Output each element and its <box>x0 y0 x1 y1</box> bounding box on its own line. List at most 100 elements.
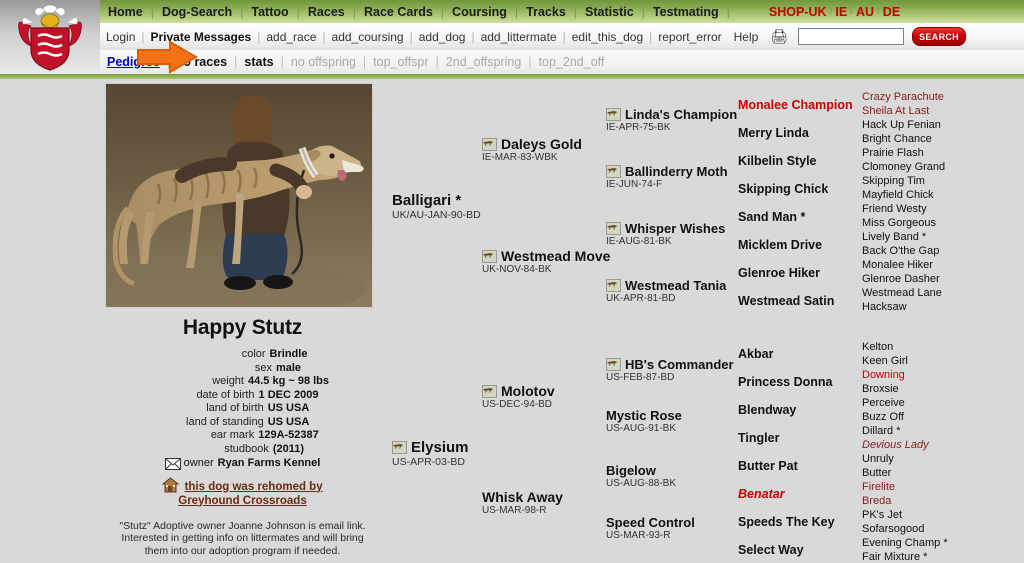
shop-link-de[interactable]: DE <box>880 5 903 19</box>
pedigree-node-gen3-3[interactable]: Whisper Wishes IE-AUG-81-BK <box>606 221 725 247</box>
pedigree-node-gen5-18[interactable]: Keen Girl <box>862 355 908 367</box>
nav-item-coursing[interactable]: Coursing <box>444 5 515 19</box>
pedigree-node-gen4-6[interactable]: Micklem Drive <box>738 238 822 252</box>
pedigree-name[interactable]: Bright Chance <box>862 133 932 145</box>
shop-link-au[interactable]: AU <box>853 5 877 19</box>
pedigree-name[interactable]: Hack Up Fenian <box>862 119 941 131</box>
pedigree-name[interactable]: Blendway <box>738 403 796 417</box>
nav-item-edit-this-dog[interactable]: edit_this_dog <box>566 30 649 44</box>
pedigree-name[interactable]: Kilbelin Style <box>738 154 817 168</box>
pedigree-name[interactable]: Monalee Hiker <box>862 259 933 271</box>
pedigree-name[interactable]: Crazy Parachute <box>862 91 944 103</box>
pedigree-node-gen2-3[interactable]: Molotov US-DEC-94-BD <box>482 383 555 410</box>
pedigree-name[interactable]: HB's Commander <box>606 357 734 372</box>
pedigree-name[interactable]: Sheila At Last <box>862 105 929 117</box>
pedigree-node-gen5-1[interactable]: Crazy Parachute <box>862 91 944 103</box>
nav-item-dog-search[interactable]: Dog-Search <box>154 5 240 19</box>
pedigree-name[interactable]: Fair Mixture * <box>862 551 927 563</box>
pedigree-node-gen3-8[interactable]: Speed Control US-MAR-93-R <box>606 515 695 541</box>
nav-item-races[interactable]: Races <box>300 5 353 19</box>
pedigree-node-gen4-8[interactable]: Westmead Satin <box>738 294 834 308</box>
pedigree-node-gen2-4[interactable]: Whisk Away US-MAR-98-R <box>482 489 563 516</box>
pedigree-node-gen4-16[interactable]: Select Way <box>738 543 804 557</box>
greyhound-icon[interactable] <box>606 222 621 235</box>
pedigree-name[interactable]: Merry Linda <box>738 126 809 140</box>
pedigree-name[interactable]: Buzz Off <box>862 411 904 423</box>
pedigree-name[interactable]: PK's Jet <box>862 509 902 521</box>
pedigree-name[interactable]: Westmead Satin <box>738 294 834 308</box>
greyhound-icon[interactable] <box>482 249 497 263</box>
pedigree-node-gen4-11[interactable]: Blendway <box>738 403 796 417</box>
pedigree-node-gen5-32[interactable]: Fair Mixture * <box>862 551 927 563</box>
pedigree-node-gen4-13[interactable]: Butter Pat <box>738 459 798 473</box>
shop-link-ie[interactable]: IE <box>832 5 850 19</box>
pedigree-node-gen4-15[interactable]: Speeds The Key <box>738 515 835 529</box>
nav-item-add-race[interactable]: add_race <box>260 30 322 44</box>
pedigree-node-gen5-7[interactable]: Skipping Tim <box>862 175 925 187</box>
nav-item-add-coursing[interactable]: add_coursing <box>326 30 410 44</box>
search-input[interactable] <box>798 28 905 45</box>
pedigree-node-gen5-3[interactable]: Hack Up Fenian <box>862 119 941 131</box>
pedigree-name[interactable]: Skipping Tim <box>862 175 925 187</box>
pedigree-node-gen4-3[interactable]: Kilbelin Style <box>738 154 817 168</box>
pedigree-node-gen5-4[interactable]: Bright Chance <box>862 133 932 145</box>
pedigree-node-gen5-15[interactable]: Westmead Lane <box>862 287 942 299</box>
pedigree-name[interactable]: Skipping Chick <box>738 182 828 196</box>
nav-item-tracks[interactable]: Tracks <box>518 5 574 19</box>
pedigree-node-gen2-2[interactable]: Westmead Move UK-NOV-84-BK <box>482 248 610 275</box>
pedigree-name[interactable]: Monalee Champion <box>738 98 853 112</box>
pedigree-name[interactable]: Elysium <box>392 439 469 456</box>
pedigree-node-gen3-5[interactable]: HB's Commander US-FEB-87-BD <box>606 357 734 383</box>
pedigree-node-gen5-28[interactable]: Breda <box>862 495 891 507</box>
pedigree-node-gen1-sire[interactable]: Balligari * UK/AU-JAN-90-BD <box>392 192 481 221</box>
pedigree-name[interactable]: Butter <box>862 467 891 479</box>
greyhound-icon[interactable] <box>606 279 621 292</box>
pedigree-name[interactable]: Breda <box>862 495 891 507</box>
pedigree-name[interactable]: Princess Donna <box>738 375 832 389</box>
pedigree-node-gen5-24[interactable]: Devious Lady <box>862 439 929 451</box>
pedigree-node-gen5-13[interactable]: Monalee Hiker <box>862 259 933 271</box>
tab-races[interactable]: 59 races <box>170 55 234 69</box>
pedigree-name[interactable]: Lively Band * <box>862 231 926 243</box>
pedigree-name[interactable]: Unruly <box>862 453 894 465</box>
pedigree-name[interactable]: Perceive <box>862 397 905 409</box>
pedigree-node-gen3-6[interactable]: Mystic Rose US-AUG-91-BK <box>606 408 682 434</box>
pedigree-node-gen5-17[interactable]: Kelton <box>862 341 893 353</box>
pedigree-name[interactable]: Akbar <box>738 347 773 361</box>
pedigree-node-gen5-29[interactable]: PK's Jet <box>862 509 902 521</box>
pedigree-name[interactable]: Glenroe Hiker <box>738 266 820 280</box>
nav-item-add-dog[interactable]: add_dog <box>413 30 472 44</box>
pedigree-node-gen3-1[interactable]: Linda's Champion IE-APR-75-BK <box>606 107 737 133</box>
pedigree-node-gen5-20[interactable]: Broxsie <box>862 383 899 395</box>
pedigree-node-gen4-10[interactable]: Princess Donna <box>738 375 832 389</box>
pedigree-name[interactable]: Devious Lady <box>862 439 929 451</box>
pedigree-name[interactable]: Micklem Drive <box>738 238 822 252</box>
pedigree-node-gen2-1[interactable]: Daleys Gold IE-MAR-83-WBK <box>482 136 582 163</box>
pedigree-name[interactable]: Mystic Rose <box>606 408 682 423</box>
tab-stats[interactable]: stats <box>237 55 280 69</box>
pedigree-node-gen5-2[interactable]: Sheila At Last <box>862 105 929 117</box>
tab-pedigree[interactable]: Pedigree <box>100 55 167 69</box>
greyhound-icon[interactable] <box>392 441 407 454</box>
pedigree-node-gen4-4[interactable]: Skipping Chick <box>738 182 828 196</box>
pedigree-name[interactable]: Molotov <box>482 383 555 399</box>
pedigree-name[interactable]: Select Way <box>738 543 804 557</box>
pedigree-name[interactable]: Ballinderry Moth <box>606 164 728 179</box>
pedigree-name[interactable]: Westmead Move <box>482 248 610 264</box>
greyhound-icon[interactable] <box>606 108 621 121</box>
pedigree-node-gen5-5[interactable]: Prairie Flash <box>862 147 924 159</box>
pedigree-node-gen5-6[interactable]: Clomoney Grand <box>862 161 945 173</box>
pedigree-node-gen5-25[interactable]: Unruly <box>862 453 894 465</box>
site-logo[interactable] <box>0 0 100 74</box>
pedigree-name[interactable]: Hacksaw <box>862 301 907 313</box>
pedigree-node-gen4-5[interactable]: Sand Man * <box>738 210 805 224</box>
pedigree-node-gen5-16[interactable]: Hacksaw <box>862 301 907 313</box>
pedigree-name[interactable]: Daleys Gold <box>482 136 582 152</box>
pedigree-node-gen3-2[interactable]: Ballinderry Moth IE-JUN-74-F <box>606 164 728 190</box>
nav-item-report-error[interactable]: report_error <box>652 30 727 44</box>
pedigree-node-gen5-14[interactable]: Glenroe Dasher <box>862 273 940 285</box>
pedigree-name[interactable]: Back O'the Gap <box>862 245 939 257</box>
nav-item-tattoo[interactable]: Tattoo <box>243 5 296 19</box>
nav-item-home[interactable]: Home <box>100 5 151 19</box>
pedigree-name[interactable]: Speeds The Key <box>738 515 835 529</box>
